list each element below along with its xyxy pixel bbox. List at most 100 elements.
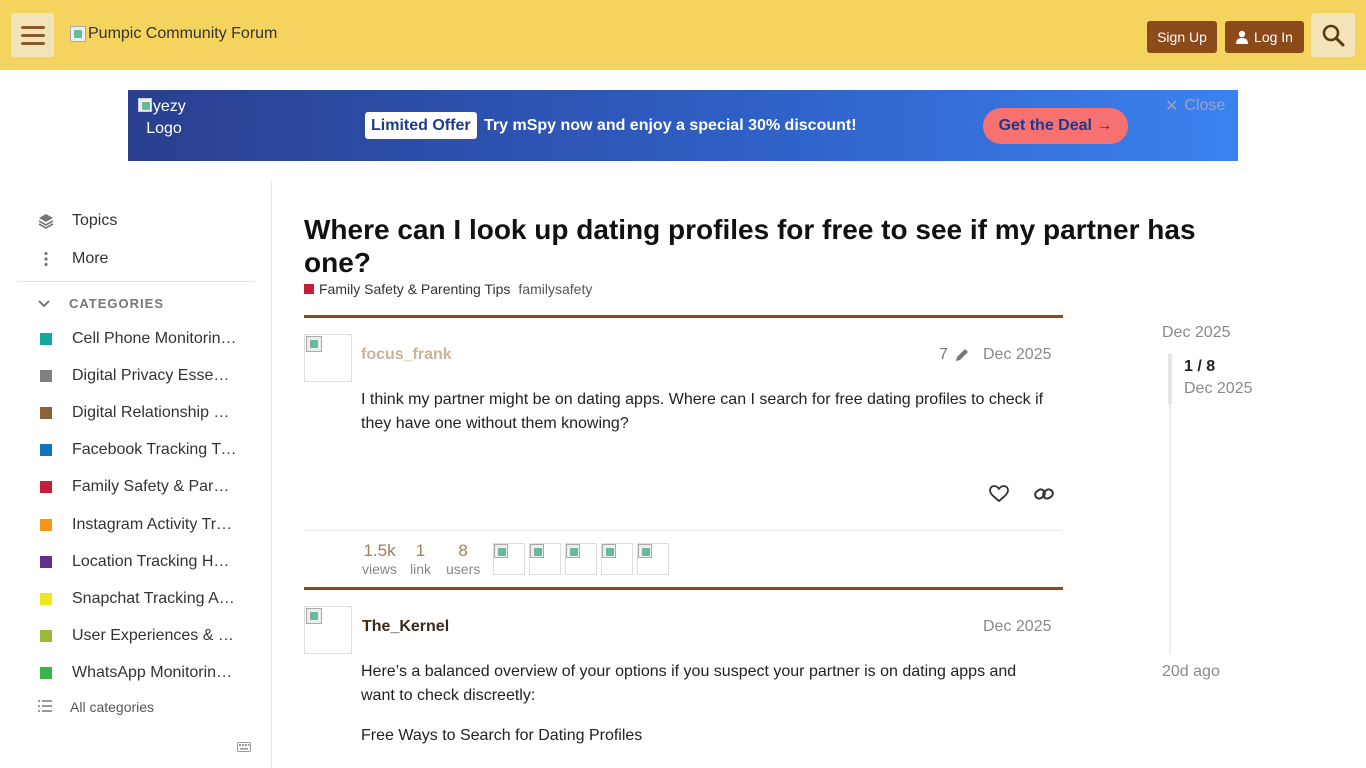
- menu-icon-bar: [20, 41, 45, 45]
- topic-title[interactable]: Where can I look up dating profiles for …: [304, 213, 1234, 279]
- post-divider: [304, 587, 1063, 590]
- heart-icon: [989, 485, 1009, 503]
- sidebar-item-label: More: [72, 250, 109, 267]
- timeline-start-date[interactable]: Dec 2025: [1162, 324, 1231, 342]
- participant-avatar[interactable]: [637, 543, 669, 575]
- limited-offer-badge: Limited Offer: [365, 112, 477, 139]
- sidebar-category-item[interactable]: Location Tracking Hacks: [40, 553, 238, 571]
- sign-up-button[interactable]: Sign Up: [1147, 21, 1217, 53]
- topic-map-links[interactable]: 1 link: [410, 541, 431, 577]
- sidebar-category-item[interactable]: Family Safety & Parenting Tips: [40, 478, 238, 496]
- category-label: Digital Privacy Essentials: [72, 367, 238, 384]
- log-in-label: Log In: [1254, 29, 1293, 45]
- sidebar: Topics More CATEGORIES Cell Phone Monito…: [0, 180, 272, 768]
- menu-icon-bar: [20, 33, 45, 37]
- categories-header-label: CATEGORIES: [69, 296, 164, 311]
- get-the-deal-button[interactable]: Get the Deal →: [983, 108, 1128, 144]
- category-label: Digital Relationship Safety: [72, 404, 238, 421]
- sidebar-category-item[interactable]: Snapchat Tracking Apps: [40, 590, 238, 608]
- avatar[interactable]: [304, 334, 352, 382]
- sidebar-category-item[interactable]: Digital Relationship Safety: [40, 404, 238, 422]
- category-label: Snapchat Tracking Apps: [72, 590, 238, 607]
- participant-avatar[interactable]: [601, 543, 633, 575]
- topic-category-link[interactable]: Family Safety & Parenting Tips: [319, 281, 510, 297]
- search-button[interactable]: [1311, 13, 1355, 57]
- category-color-badge: [40, 593, 52, 605]
- sidebar-category-item[interactable]: Instagram Activity Tracking: [40, 516, 238, 534]
- category-color-badge: [40, 370, 52, 382]
- category-color-badge: [40, 519, 52, 531]
- topic-category-row: Family Safety & Parenting Tips familysaf…: [304, 281, 592, 297]
- keyboard-shortcuts-icon[interactable]: [237, 740, 251, 755]
- category-label: Facebook Tracking Tips: [72, 441, 238, 458]
- topic-tag-link[interactable]: familysafety: [518, 281, 592, 297]
- categories-section-toggle[interactable]: CATEGORIES: [38, 296, 164, 311]
- post-date[interactable]: Dec 2025: [983, 618, 1052, 636]
- vertical-ellipsis-icon: [38, 251, 72, 267]
- share-link-button[interactable]: [1032, 482, 1056, 506]
- pencil-icon: [955, 349, 968, 361]
- category-color-badge: [40, 333, 52, 345]
- timeline-position-date: Dec 2025: [1184, 380, 1253, 397]
- post-username[interactable]: The_Kernel: [362, 618, 449, 636]
- sidebar-divider: [17, 281, 255, 282]
- participant-avatar[interactable]: [493, 543, 525, 575]
- sidebar-category-item[interactable]: Cell Phone Monitoring Tips: [40, 330, 238, 348]
- log-in-button[interactable]: Log In: [1225, 21, 1304, 53]
- broken-image-icon: [70, 26, 86, 42]
- category-color-badge: [40, 481, 52, 493]
- all-categories-label: All categories: [70, 699, 155, 715]
- broken-image-icon: [566, 544, 580, 558]
- post-body: I think my partner might be on dating ap…: [361, 391, 1044, 432]
- participant-avatar[interactable]: [565, 543, 597, 575]
- sidebar-item-label: Topics: [72, 212, 118, 229]
- edit-count: 7: [939, 346, 948, 363]
- layers-icon: [38, 213, 72, 229]
- list-icon: [38, 699, 70, 715]
- timeline-end-date[interactable]: 20d ago: [1162, 663, 1220, 681]
- post-date[interactable]: Dec 2025: [983, 346, 1052, 364]
- category-label: Cell Phone Monitoring Tips: [72, 330, 238, 347]
- timeline-handle[interactable]: [1168, 354, 1172, 404]
- topic-map-views: 1.5k views: [362, 541, 397, 577]
- links-count: 1: [415, 541, 426, 560]
- category-color-badge: [40, 556, 52, 568]
- sidebar-category-item[interactable]: Digital Privacy Essentials: [40, 367, 238, 385]
- participant-avatar[interactable]: [529, 543, 561, 575]
- category-color-badge: [40, 630, 52, 642]
- topic-map-users: 8 users: [446, 541, 480, 577]
- sidebar-category-item[interactable]: Facebook Tracking Tips: [40, 441, 238, 459]
- site-header: Pumpic Community Forum Sign Up Log In: [0, 0, 1366, 70]
- all-categories-link[interactable]: All categories: [38, 699, 154, 715]
- user-icon: [1236, 30, 1249, 44]
- banner-logo: Eyezy Logo: [138, 96, 190, 140]
- broken-image-icon: [494, 544, 508, 558]
- sidebar-category-item[interactable]: User Experiences & Reviews: [40, 627, 238, 645]
- sidebar-category-item[interactable]: WhatsApp Monitoring Tips: [40, 664, 238, 682]
- edit-history-button[interactable]: 7: [939, 346, 970, 364]
- promo-banner: Eyezy Logo Limited Offer Try mSpy now an…: [128, 90, 1238, 161]
- sidebar-item-topics[interactable]: Topics: [38, 212, 117, 230]
- avatar[interactable]: [304, 606, 352, 654]
- offer-text: Try mSpy now and enjoy a special 30% dis…: [484, 117, 857, 134]
- banner-close-button[interactable]: ✕ Close: [1165, 96, 1225, 116]
- menu-icon-bar: [20, 25, 45, 29]
- category-label: Instagram Activity Tracking: [72, 516, 238, 533]
- broken-image-icon: [138, 98, 152, 112]
- broken-image-icon: [638, 544, 652, 558]
- broken-image-icon: [306, 336, 322, 352]
- post-body-paragraph: Free Ways to Search for Dating Profiles: [361, 727, 643, 744]
- timeline-position: 1 / 8: [1184, 358, 1216, 375]
- site-logo[interactable]: Pumpic Community Forum: [70, 25, 277, 43]
- sidebar-item-more[interactable]: More: [38, 250, 108, 268]
- link-icon: [1034, 488, 1054, 500]
- logo-alt-text: Pumpic Community Forum: [88, 25, 278, 42]
- like-button[interactable]: [987, 482, 1011, 506]
- chevron-down-icon: [38, 297, 69, 311]
- broken-image-icon: [602, 544, 616, 558]
- post-username[interactable]: focus_frank: [361, 346, 452, 364]
- close-label: Close: [1184, 97, 1226, 114]
- hamburger-menu-button[interactable]: [11, 13, 54, 57]
- users-label: users: [446, 561, 481, 577]
- topic-map-divider: [304, 530, 1061, 531]
